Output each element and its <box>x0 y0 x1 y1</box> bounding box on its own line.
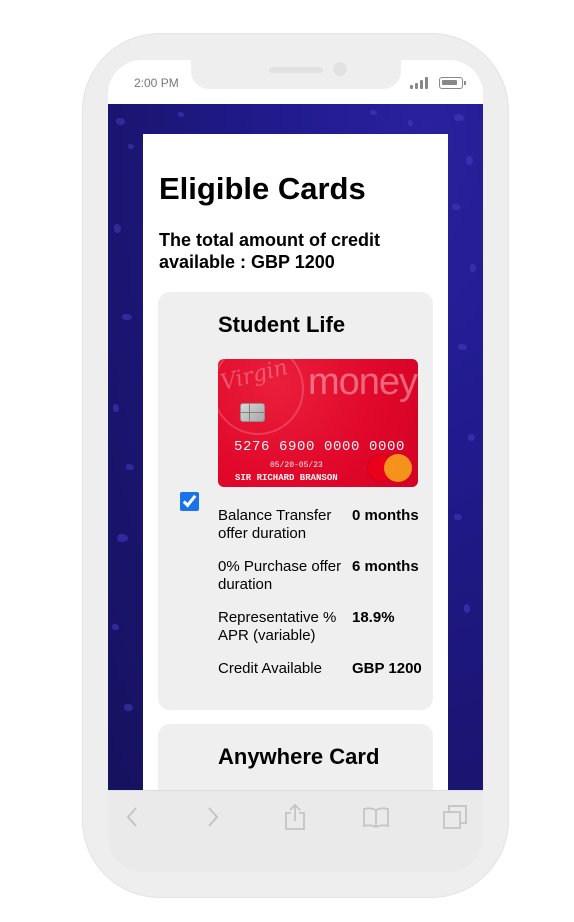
speaker <box>269 67 323 73</box>
battery-icon <box>439 77 466 89</box>
phone-screen: 2:00 PM Eligible Cards The total amount … <box>108 60 483 872</box>
share-button[interactable] <box>273 797 317 837</box>
signal-strength-icon <box>410 77 432 89</box>
select-card-checkbox[interactable] <box>180 492 199 511</box>
eligible-cards-panel: Eligible Cards The total amount of credi… <box>143 134 448 790</box>
status-time: 2:00 PM <box>134 76 179 90</box>
forward-button[interactable] <box>191 797 235 837</box>
card-holder-name: SIR RICHARD BRANSON <box>235 473 338 483</box>
notch <box>191 60 401 89</box>
device-mockup: 2:00 PM Eligible Cards The total amount … <box>0 0 574 922</box>
spec-value: GBP 1200 <box>352 660 422 677</box>
bookmarks-icon <box>363 807 389 828</box>
status-bar: 2:00 PM <box>108 60 483 104</box>
spec-value: 18.9% <box>352 609 395 626</box>
tabs-button[interactable] <box>433 797 477 837</box>
spec-label: 0% Purchase offer duration <box>218 558 342 593</box>
spec-value: 6 months <box>352 558 419 575</box>
browser-toolbar <box>108 790 483 872</box>
mastercard-logo-icon-overlap <box>384 454 412 482</box>
bookmarks-button[interactable] <box>354 797 398 837</box>
total-credit-summary: The total amount of credit available : G… <box>159 230 381 272</box>
card-option-student-life[interactable]: Student Life Virgin money 5276 6900 0000… <box>158 292 433 710</box>
back-button[interactable] <box>110 797 154 837</box>
tabs-icon <box>443 805 467 829</box>
card-validity-dates: 05/20-05/23 <box>270 461 323 470</box>
card-chip-icon <box>240 403 265 422</box>
web-content[interactable]: Eligible Cards The total amount of credi… <box>108 104 483 790</box>
back-icon <box>126 807 137 827</box>
card-name: Student Life <box>218 312 346 337</box>
card-number: 5276 6900 0000 0000 <box>234 439 406 455</box>
share-icon <box>285 803 305 830</box>
spec-value: 0 months <box>352 507 419 524</box>
card-brand-word: money <box>308 361 418 403</box>
forward-icon <box>208 807 219 827</box>
card-option-anywhere-card[interactable]: Anywhere Card <box>158 724 433 790</box>
spec-label: Credit Available <box>218 660 322 677</box>
credit-card-image: Virgin money 5276 6900 0000 0000 05/20-0… <box>218 359 418 487</box>
page-title: Eligible Cards <box>159 171 366 206</box>
spec-label: Balance Transfer offer duration <box>218 507 332 542</box>
spec-label: Representative % APR (variable) <box>218 609 337 644</box>
card-name: Anywhere Card <box>218 744 380 769</box>
front-camera <box>333 62 347 76</box>
